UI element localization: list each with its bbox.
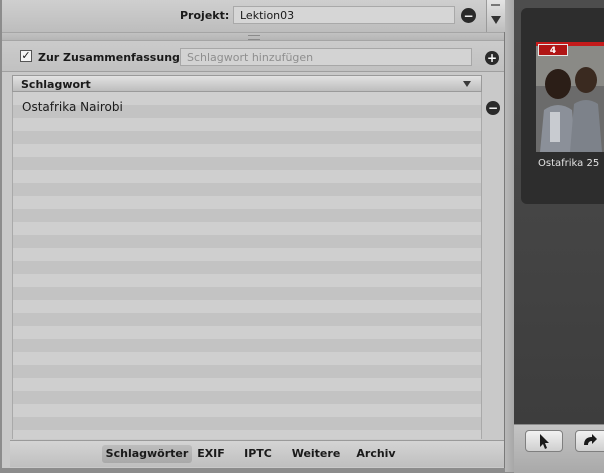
remove-keyword-button[interactable]: − <box>486 101 500 115</box>
add-keyword-button[interactable]: + <box>485 51 499 65</box>
column-header-label: Schlagwort <box>21 78 91 91</box>
keyword-list: Ostafrika Nairobi <box>12 92 482 439</box>
minus-circle-icon: − <box>463 8 474 23</box>
tab-weitere[interactable]: Weitere <box>286 445 346 463</box>
keyword-inspector-panel: Projekt: Lektion03 − ✓ Zur Zusammenfassu… <box>2 0 505 468</box>
rotate-tool-button[interactable] <box>575 430 604 452</box>
keyword-list-item[interactable]: Ostafrika Nairobi <box>22 100 123 114</box>
project-label: Projekt: <box>180 9 230 22</box>
project-field[interactable]: Lektion03 <box>233 6 455 24</box>
summary-checkbox-label[interactable]: Zur Zusammenfassung <box>38 51 180 64</box>
tab-archiv[interactable]: Archiv <box>350 445 402 463</box>
image-thumbnail[interactable] <box>536 42 604 152</box>
arrow-pointer-icon <box>540 434 549 449</box>
add-keyword-input[interactable] <box>180 48 472 66</box>
panel-scroll-control[interactable] <box>486 0 505 32</box>
project-row: Projekt: Lektion03 − <box>2 0 505 32</box>
thumbnail-caption: Ostafrika 25 <box>538 158 600 169</box>
plus-circle-icon: + <box>486 51 498 65</box>
sort-triangle-icon[interactable] <box>463 81 471 87</box>
scroll-grip-icon <box>491 4 500 6</box>
tab-iptc[interactable]: IPTC <box>236 445 280 463</box>
checkmark-icon: ✓ <box>21 49 31 62</box>
summary-checkbox[interactable]: ✓ <box>20 50 32 62</box>
inspector-tab-bar: Schlagwörter EXIF IPTC Weitere Archiv <box>10 440 504 467</box>
triangle-down-icon <box>491 16 501 24</box>
tab-exif[interactable]: EXIF <box>194 445 228 463</box>
select-tool-button[interactable] <box>525 430 563 452</box>
photo-children-image <box>536 46 604 152</box>
minus-circle-icon: − <box>487 101 499 115</box>
summary-row: ✓ Zur Zusammenfassung + <box>2 41 504 72</box>
keyword-column-header[interactable]: Schlagwort <box>12 75 482 92</box>
resize-handle[interactable] <box>2 32 504 41</box>
rotate-icon <box>584 434 597 445</box>
pane-divider[interactable] <box>505 0 514 472</box>
version-count-badge: 4 <box>538 44 568 56</box>
remove-project-button[interactable]: − <box>461 8 476 23</box>
tab-schlagwoerter[interactable]: Schlagwörter <box>102 445 192 463</box>
